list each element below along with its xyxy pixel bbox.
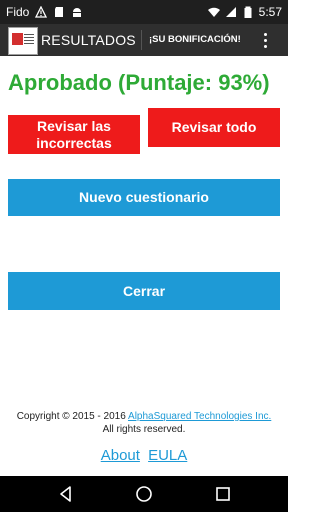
rights-text: All rights reserved. [102,424,186,435]
review-incorrect-label-line2: incorrectas [36,134,112,151]
status-bar: Fido 5:57 [0,0,288,24]
android-icon [73,8,82,17]
about-link[interactable]: About [101,447,140,464]
carrier-label: Fido [6,5,30,19]
home-icon[interactable] [134,484,154,504]
review-all-button[interactable]: Revisar todo [148,108,280,147]
app-bar-divider [141,30,142,50]
page-title: RESULTADOS [41,32,136,48]
clock: 5:57 [258,5,282,19]
battery-icon [244,6,252,18]
copyright: Copyright © 2015 - 2016 AlphaSquared Tec… [0,410,288,436]
review-incorrect-label-line1: Revisar las [37,117,111,134]
recents-icon[interactable] [213,484,233,504]
copyright-prefix: Copyright © 2015 - 2016 [16,411,126,422]
signal-icon [225,7,236,17]
app-logo [8,27,38,55]
close-button[interactable]: Cerrar [8,272,280,310]
result-text: Aprobado (Puntaje: 93%) [8,70,270,95]
overflow-menu-icon[interactable] [258,28,274,52]
new-quiz-button[interactable]: Nuevo cuestionario [8,179,280,216]
app-bar: RESULTADOS ¡SU BONIFICACIÓN! [0,24,288,56]
wifi-icon [207,7,220,17]
review-incorrect-button[interactable]: Revisar las incorrectas [8,115,140,154]
back-icon[interactable] [56,484,76,504]
bonus-button[interactable]: ¡SU BONIFICACIÓN! [149,34,241,45]
company-link[interactable]: AlphaSquared Technologies Inc. [128,411,271,422]
sd-card-icon [55,7,64,17]
warning-icon [35,6,48,18]
eula-link[interactable]: EULA [148,447,187,464]
nav-bar [0,476,288,512]
footer-links: About EULA [0,447,288,464]
